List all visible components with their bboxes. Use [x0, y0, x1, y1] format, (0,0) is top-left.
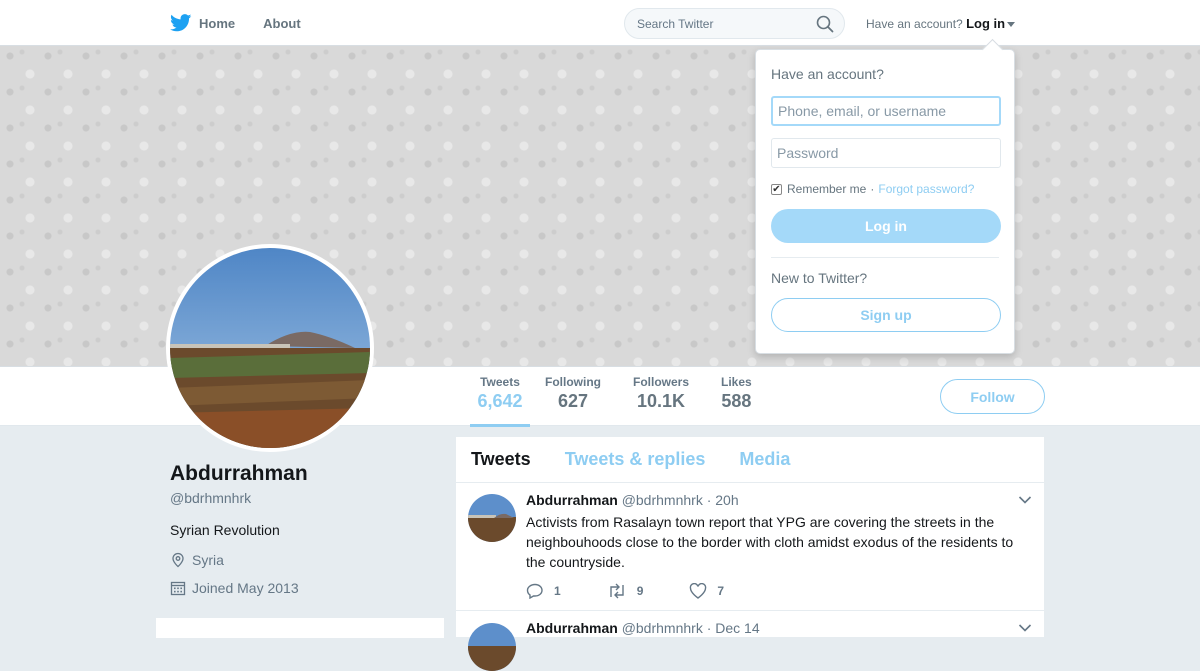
caret-down-icon[interactable] — [1007, 22, 1016, 28]
reply-icon — [526, 583, 543, 599]
profile-card: Abdurrahman @bdrhmnhrk Syrian Revolution… — [170, 462, 444, 596]
tweet-avatar-photo — [468, 494, 516, 542]
remember-separator: · — [870, 182, 875, 196]
stat-likes-value: 588 — [721, 391, 752, 411]
login-link[interactable]: Log in — [966, 16, 1005, 31]
profile-handle[interactable]: @bdrhmnhrk — [170, 490, 444, 506]
nav-about-label: About — [263, 15, 301, 31]
login-dropdown-title: Have an account? — [771, 66, 884, 82]
tweet-author-handle[interactable]: @bdrhmnhrk — [622, 620, 703, 636]
profile-name[interactable]: Abdurrahman — [170, 462, 444, 486]
stat-following-label: Following — [545, 375, 601, 389]
tab-media[interactable]: Media — [739, 449, 790, 470]
retweet-action[interactable]: 9 — [607, 583, 644, 599]
stat-tweets[interactable]: Tweets 6,642 — [470, 375, 530, 427]
remember-label[interactable]: Remember me — [787, 182, 866, 196]
profile-location: Syria — [170, 552, 444, 568]
nav-home-label: Home — [199, 15, 236, 31]
stat-followers[interactable]: Followers 10.1K — [633, 375, 689, 412]
login-button[interactable]: Log in — [771, 209, 1001, 243]
retweet-count: 9 — [636, 584, 644, 598]
left-card-placeholder — [156, 618, 444, 638]
search-input[interactable]: Search Twitter — [624, 8, 845, 39]
stat-likes[interactable]: Likes 588 — [721, 375, 752, 412]
tweet-timestamp[interactable]: · 20h — [707, 492, 739, 508]
search-placeholder: Search Twitter — [637, 16, 714, 31]
password-field[interactable] — [771, 138, 1001, 168]
tweet-author-name[interactable]: Abdurrahman — [526, 492, 618, 508]
reply-action[interactable]: 1 — [526, 583, 561, 599]
tweet-timestamp[interactable]: · Dec 14 — [707, 620, 760, 636]
stat-tweets-value: 6,642 — [477, 391, 523, 411]
remember-checkbox[interactable]: ✔ — [771, 183, 782, 195]
stat-tweets-label: Tweets — [480, 375, 520, 389]
new-to-twitter-text: New to Twitter? — [771, 270, 868, 286]
dropdown-divider — [771, 257, 999, 258]
chevron-down-icon[interactable] — [1018, 495, 1032, 505]
stat-following-value: 627 — [557, 391, 589, 411]
like-count: 7 — [717, 584, 725, 598]
tweet-avatar[interactable] — [468, 623, 516, 671]
stat-followers-label: Followers — [633, 375, 690, 389]
account-prompt: Have an account? — [866, 17, 963, 31]
profile-location-text: Syria — [192, 552, 224, 568]
chevron-down-icon[interactable] — [1018, 623, 1032, 633]
heart-icon — [690, 583, 707, 599]
username-field[interactable] — [771, 96, 1001, 126]
stat-followers-value: 10.1K — [636, 391, 686, 411]
tweet-author-name[interactable]: Abdurrahman — [526, 620, 618, 636]
search-icon[interactable] — [816, 15, 834, 33]
avatar-photo — [170, 248, 370, 448]
stat-likes-label: Likes — [721, 375, 752, 389]
tab-tweets[interactable]: Tweets — [471, 449, 531, 470]
remember-row: ✔ Remember me · Forgot password? — [771, 182, 999, 196]
nav-home[interactable]: Home — [170, 0, 235, 46]
tweet-item[interactable]: Abdurrahman @bdrhmnhrk · Dec 14 — [456, 611, 1044, 671]
nav-about[interactable]: About — [263, 0, 301, 46]
stat-following[interactable]: Following 627 — [545, 375, 601, 412]
tweet-avatar-photo — [468, 623, 516, 671]
reply-count: 1 — [554, 584, 561, 598]
tweet-header: Abdurrahman @bdrhmnhrk · 20h — [526, 492, 739, 508]
tweet-author-handle[interactable]: @bdrhmnhrk — [622, 492, 703, 508]
retweet-icon — [609, 583, 624, 599]
twitter-bird-icon — [170, 14, 192, 32]
main-nav: Home About — [170, 0, 329, 46]
login-dropdown: Have an account? ✔ Remember me · Forgot … — [755, 49, 1015, 354]
profile-avatar[interactable] — [166, 244, 374, 452]
timeline: Tweets Tweets & replies Media Abdurrahma… — [456, 437, 1044, 671]
like-action[interactable]: 7 — [689, 583, 724, 599]
follow-button[interactable]: Follow — [940, 379, 1045, 414]
profile-joined: Joined May 2013 — [170, 580, 444, 596]
profile-joined-text: Joined May 2013 — [192, 580, 299, 596]
tweet-item[interactable]: Abdurrahman @bdrhmnhrk · 20h Activists f… — [456, 483, 1044, 611]
tweet-header: Abdurrahman @bdrhmnhrk · Dec 14 — [526, 620, 760, 636]
calendar-icon — [170, 581, 186, 596]
tweet-actions: 1 9 7 — [526, 583, 770, 599]
tweet-avatar[interactable] — [468, 494, 516, 542]
forgot-password-link[interactable]: Forgot password? — [878, 182, 974, 196]
top-bar: Home About Search Twitter Have an accoun… — [0, 0, 1200, 46]
timeline-tabs: Tweets Tweets & replies Media — [456, 437, 1044, 483]
profile-bio: Syrian Revolution — [170, 522, 280, 538]
tweet-text: Activists from Rasalayn town report that… — [526, 514, 1014, 570]
location-pin-icon — [172, 552, 184, 568]
account-menu[interactable]: Have an account? Log in — [866, 16, 1016, 31]
signup-button[interactable]: Sign up — [771, 298, 1001, 332]
tab-tweets-replies[interactable]: Tweets & replies — [565, 449, 706, 470]
